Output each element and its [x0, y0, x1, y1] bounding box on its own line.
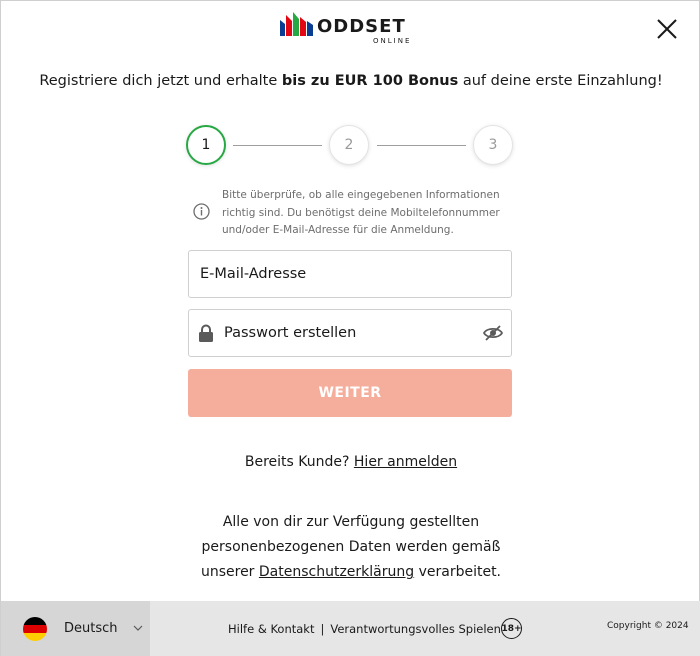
step-3: 3 [473, 125, 513, 165]
footer-separator: | [320, 622, 325, 636]
promo-headline: Registriere dich jetzt und erhalte bis z… [1, 71, 700, 91]
germany-flag-icon [23, 617, 47, 641]
registration-stepper: 1 2 3 [186, 125, 516, 167]
info-icon [193, 203, 210, 220]
eye-slash-icon[interactable] [483, 324, 503, 342]
step-2: 2 [329, 125, 369, 165]
language-label: Deutsch [64, 621, 118, 636]
promo-suffix: auf deine erste Einzahlung! [458, 73, 663, 89]
help-contact-link[interactable]: Hilfe & Kontakt [228, 622, 314, 636]
age-restriction-badge: 18+ [501, 618, 522, 639]
close-button[interactable] [655, 17, 679, 41]
header: ODDSET ONLINE [1, 1, 700, 61]
footer: Deutsch Hilfe & Kontakt | Verantwortungsvo… [1, 601, 700, 656]
email-input[interactable] [200, 251, 500, 297]
privacy-notice: Alle von dir zur Verfügung gestellten pe… [176, 510, 526, 585]
close-icon [657, 19, 677, 39]
weiter-button[interactable]: WEITER [188, 369, 512, 417]
email-field-wrapper [188, 250, 512, 298]
chevron-down-icon [133, 625, 143, 631]
login-link[interactable]: Hier anmelden [354, 454, 457, 470]
promo-prefix: Registriere dich jetzt und erhalte [39, 73, 282, 89]
lock-icon [199, 324, 213, 342]
copyright: Copyright © 2024 [607, 621, 689, 631]
footer-links: Hilfe & Kontakt | Verantwortungsvolles Spi… [228, 620, 501, 638]
step-connector [377, 145, 466, 146]
responsible-gaming-link[interactable]: Verantwortungsvolles Spielen [330, 622, 501, 636]
step-connector [233, 145, 322, 146]
login-prompt: Bereits Kunde? [244, 454, 354, 470]
info-text: Bitte überprüfe, ob alle eingegebenen In… [222, 189, 500, 236]
logo-subtitle: ONLINE [373, 37, 412, 45]
language-selector[interactable]: Deutsch [1, 601, 150, 656]
logo-icon [280, 12, 313, 36]
oddset-logo[interactable]: ODDSET ONLINE [280, 12, 422, 46]
password-input[interactable] [224, 310, 474, 356]
existing-customer-line: Bereits Kunde? Hier anmelden [1, 452, 700, 472]
step-1: 1 [186, 125, 226, 165]
password-field-wrapper [188, 309, 512, 357]
privacy-suffix: verarbeitet. [414, 564, 502, 580]
privacy-policy-link[interactable]: Datenschutzerklärung [259, 564, 414, 580]
promo-bonus-highlight: bis zu EUR 100 Bonus [281, 73, 459, 89]
logo-wordmark: ODDSET [317, 16, 406, 37]
